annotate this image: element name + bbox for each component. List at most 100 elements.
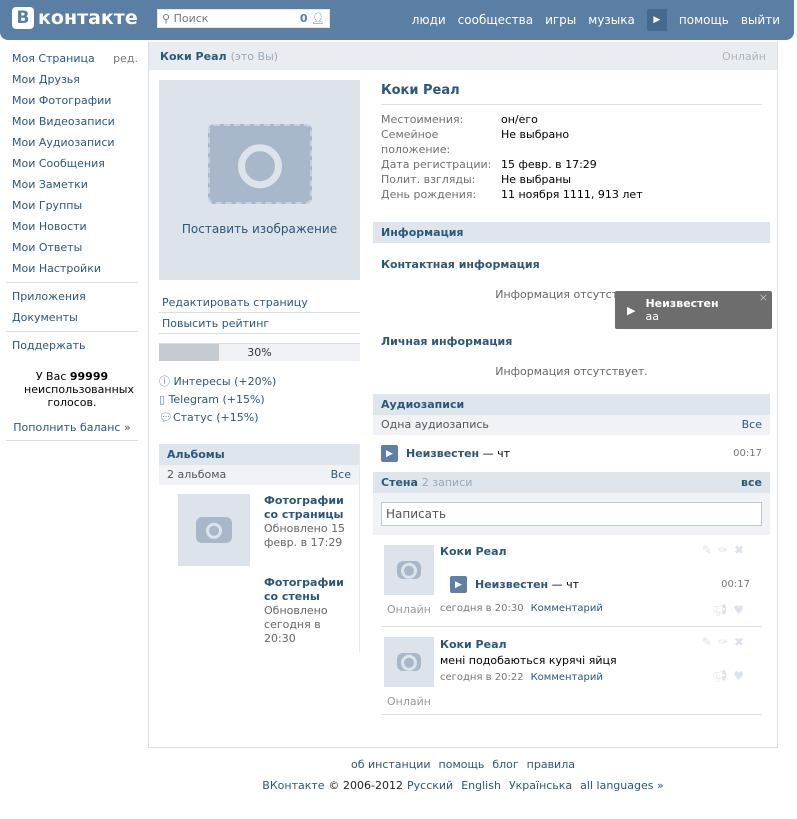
- profile-photo[interactable]: Поставить изображение: [159, 80, 360, 280]
- edit-icon[interactable]: ✎: [702, 543, 718, 557]
- comment-link[interactable]: Комментарий: [531, 603, 603, 614]
- delete-icon[interactable]: ✖: [734, 543, 750, 557]
- track-title: — чт: [551, 578, 580, 591]
- album-item[interactable]: Фотографии со страницы Обновлено 15 февр…: [178, 494, 359, 566]
- albums-header[interactable]: Альбомы: [159, 444, 359, 465]
- post-avatar[interactable]: [384, 545, 434, 595]
- field-value[interactable]: Не выбраны: [501, 172, 571, 187]
- nav-people[interactable]: люди: [412, 13, 446, 27]
- track-artist[interactable]: Неизвестен: [475, 578, 548, 591]
- sidebar-item-apps[interactable]: Приложения: [6, 286, 138, 307]
- footer-about[interactable]: об инстанции: [351, 758, 431, 771]
- play-icon[interactable]: ▶: [381, 445, 398, 462]
- delete-icon[interactable]: ✖: [734, 635, 750, 649]
- profile-name-link[interactable]: Коки Реал: [160, 50, 227, 63]
- edit-link[interactable]: ред.: [113, 48, 138, 69]
- player-play-icon[interactable]: ▶: [646, 9, 667, 31]
- votes-pre: У Вас: [35, 370, 67, 383]
- album-item[interactable]: Фотографии со стены Обновлено сегодня в …: [264, 576, 354, 646]
- camera-icon: [196, 517, 232, 543]
- lang-ru[interactable]: Русский: [407, 779, 453, 792]
- lang-en[interactable]: English: [461, 779, 501, 792]
- footer-blog[interactable]: блог: [492, 758, 518, 771]
- wall-post-input[interactable]: Написать: [381, 502, 762, 526]
- share-icon[interactable]: 📢︎: [712, 669, 733, 683]
- sidebar-item-groups[interactable]: Мои Группы: [6, 195, 138, 216]
- sidebar-item-audio[interactable]: Мои Аудиозаписи: [6, 132, 138, 153]
- nav-communities[interactable]: сообщества: [458, 13, 533, 27]
- search-count: 0: [299, 12, 308, 25]
- pin-icon[interactable]: ✑: [718, 635, 734, 649]
- edit-page-link[interactable]: Редактировать страницу: [159, 292, 360, 313]
- album-title[interactable]: Фотографии со страницы: [264, 494, 354, 522]
- bonus-status[interactable]: 💬︎Статус (+15%): [159, 409, 360, 427]
- footer-rules[interactable]: правила: [527, 758, 575, 771]
- field-key: Семейное положение:: [381, 128, 451, 156]
- sidebar-item-my-page[interactable]: Моя Страница ред.: [6, 48, 138, 69]
- pin-icon[interactable]: ✑: [718, 543, 734, 557]
- audio-count: Одна аудиозапись: [381, 418, 489, 431]
- logo[interactable]: Вконтакте: [12, 7, 138, 29]
- post-time[interactable]: сегодня в 20:30: [440, 603, 524, 614]
- post-actions-bottom: 📢︎♥: [712, 669, 750, 683]
- album-title[interactable]: Фотографии со стены: [264, 576, 354, 604]
- nav-logout[interactable]: выйти: [741, 13, 780, 27]
- play-icon[interactable]: ▶: [627, 304, 635, 317]
- nav-music[interactable]: музыка: [588, 13, 635, 27]
- close-icon[interactable]: ×: [759, 291, 768, 304]
- info-header[interactable]: Информация: [373, 222, 770, 243]
- edit-icon[interactable]: ✎: [702, 635, 718, 649]
- audio-header[interactable]: Аудиозаписи: [373, 394, 770, 415]
- sidebar-item-settings[interactable]: Мои Настройки: [6, 258, 138, 279]
- nav-games[interactable]: игры: [545, 13, 576, 27]
- audio-all-link[interactable]: Все: [742, 415, 762, 435]
- field-value: он/его: [501, 113, 538, 126]
- sidebar-item-friends[interactable]: Мои Друзья: [6, 69, 138, 90]
- profile-title: Коки Реал: [381, 80, 762, 105]
- albums-all-link[interactable]: Все: [331, 465, 351, 485]
- online-label: Онлайн: [387, 695, 431, 708]
- right-column: Коки Реал Местоимения: он/его Семейное по…: [373, 80, 770, 715]
- comment-link[interactable]: Комментарий: [531, 672, 603, 683]
- sidebar-item-messages[interactable]: Мои Сообщения: [6, 153, 138, 174]
- lang-all[interactable]: all languages »: [580, 779, 664, 792]
- raise-rating-link[interactable]: Повысить рейтинг: [159, 313, 360, 334]
- sidebar-item-news[interactable]: Мои Новости: [6, 216, 138, 237]
- set-photo-link[interactable]: Поставить изображение: [182, 222, 337, 236]
- topup-link[interactable]: Пополнить баланс »: [6, 421, 138, 434]
- wall-header[interactable]: Стена 2 записи все: [373, 472, 770, 493]
- field-value: 15 февр. в 17:29: [501, 158, 597, 171]
- play-icon[interactable]: ▶: [450, 576, 467, 593]
- footer-brand[interactable]: ВКонтакте: [262, 779, 324, 792]
- field-key: Полит. взгляды:: [381, 173, 476, 186]
- online-status: Онлайн: [722, 49, 766, 63]
- nav-help[interactable]: помощь: [679, 13, 729, 27]
- sidebar-item-notes[interactable]: Мои Заметки: [6, 174, 138, 195]
- track-title: — чт: [482, 447, 511, 460]
- bonus-telegram[interactable]: ▯ Telegram (+15%): [159, 391, 360, 409]
- post-avatar[interactable]: [384, 637, 434, 687]
- camera-icon: [397, 653, 421, 671]
- footer-help[interactable]: помощь: [439, 758, 485, 771]
- field-value[interactable]: Не выбрано: [501, 127, 569, 157]
- sidebar-item-support[interactable]: Поддержать: [6, 335, 138, 356]
- rating-bar[interactable]: 30%: [159, 343, 360, 361]
- sidebar-item-docs[interactable]: Документы: [6, 307, 138, 328]
- like-icon[interactable]: ♥: [733, 669, 750, 683]
- track-artist[interactable]: Неизвестен: [406, 447, 479, 460]
- post-time[interactable]: сегодня в 20:22: [440, 672, 524, 683]
- field-key: Местоимения:: [381, 113, 464, 126]
- bonus-interests[interactable]: ⓘ Интересы (+20%): [159, 373, 360, 391]
- search-input[interactable]: ⚲ Поиск 0 👤︎: [157, 9, 330, 28]
- post-actions-bottom: 📢︎♥: [712, 603, 750, 617]
- sidebar-item-videos[interactable]: Мои Видеозаписи: [6, 111, 138, 132]
- share-icon[interactable]: 📢︎: [712, 603, 733, 617]
- wall-all-link[interactable]: все: [741, 472, 762, 493]
- album-cover[interactable]: [178, 494, 250, 566]
- sidebar-item-photos[interactable]: Мои Фотографии: [6, 90, 138, 111]
- like-icon[interactable]: ♥: [733, 603, 750, 617]
- sidebar-item-answers[interactable]: Мои Ответы: [6, 237, 138, 258]
- lang-uk[interactable]: Українська: [509, 779, 572, 792]
- field-value[interactable]: 11 ноября 1111, 913 лет: [501, 187, 643, 202]
- player-popup[interactable]: ▶ Неизвестен аа ×: [615, 291, 772, 329]
